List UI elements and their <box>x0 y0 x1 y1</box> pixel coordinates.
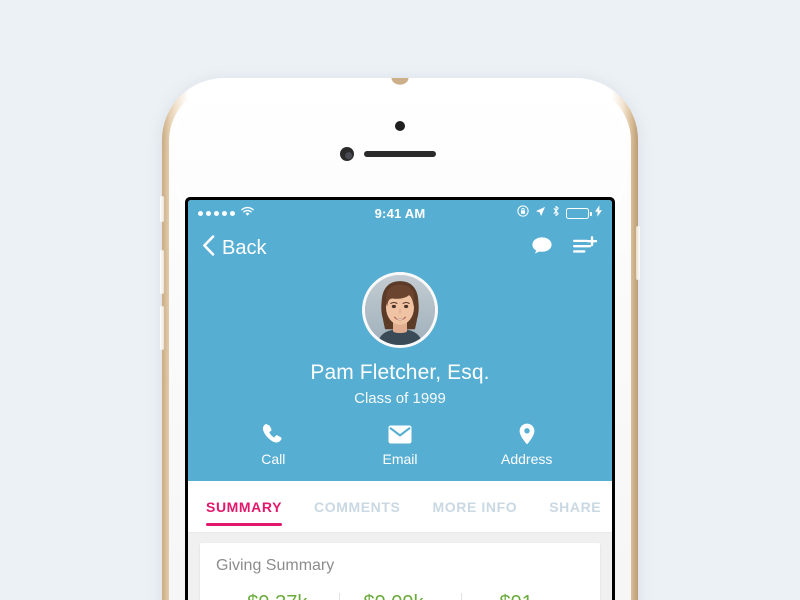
tab-comments-label: COMMENTS <box>314 498 401 515</box>
phone-screen: 9:41 AM Back Pam Fletcher, Esq. Class of… <box>185 197 615 600</box>
phone-device: 9:41 AM Back Pam Fletcher, Esq. Class of… <box>160 78 640 600</box>
quick-actions: Call Email Address <box>188 423 612 467</box>
giving-summary-stats: $9.37k $9.09k $91 <box>216 592 584 600</box>
stage: 9:41 AM Back Pam Fletcher, Esq. Class of… <box>0 0 800 600</box>
tab-more-info-label: MORE INFO <box>432 498 518 515</box>
app-viewport: 9:41 AM Back Pam Fletcher, Esq. Class of… <box>188 200 612 600</box>
stat-secondary[interactable]: $9.09k <box>338 592 462 600</box>
wifi-icon <box>240 204 255 222</box>
earpiece-speaker <box>364 151 436 157</box>
phone-icon <box>263 423 283 445</box>
status-bar-clock: 9:41 AM <box>374 205 426 221</box>
map-pin-icon <box>519 423 535 445</box>
status-bar: 9:41 AM <box>188 200 612 226</box>
chat-bubble-icon[interactable] <box>531 236 553 261</box>
tab-share-label: SHARE <box>549 498 602 515</box>
page-title: Pam Fletcher, Esq. <box>310 361 490 384</box>
email-button-label: Email <box>382 451 418 467</box>
stat-total-value: $9.37k <box>247 592 307 600</box>
tab-summary-label: SUMMARY <box>206 498 283 515</box>
stat-tertiary-value: $91 <box>499 592 532 600</box>
tab-bar: SUMMARY COMMENTS MORE INFO SHARE <box>188 481 612 533</box>
rotation-lock-icon <box>517 204 529 222</box>
status-bar-right <box>425 204 602 222</box>
proximity-sensor-icon <box>395 121 405 131</box>
nav-bar: Back <box>188 226 612 270</box>
avatar-wrapper <box>188 272 612 348</box>
signal-strength-dots <box>198 210 235 216</box>
giving-summary-title: Giving Summary <box>216 557 335 574</box>
giving-summary-card: Giving Summary $9.37k $9.09k <box>200 543 600 600</box>
stat-tertiary[interactable]: $91 <box>461 592 584 600</box>
add-to-list-icon[interactable] <box>573 235 598 261</box>
profile-subtitle: Class of 1999 <box>354 390 446 407</box>
tab-more-info[interactable]: MORE INFO <box>432 481 533 532</box>
volume-down-button[interactable] <box>160 306 164 350</box>
address-button-label: Address <box>501 451 553 467</box>
tab-comments[interactable]: COMMENTS <box>314 481 416 532</box>
silent-switch[interactable] <box>160 196 164 222</box>
front-camera-icon <box>340 147 354 161</box>
volume-up-button[interactable] <box>160 250 164 294</box>
power-button[interactable] <box>636 226 640 280</box>
bluetooth-icon <box>552 204 560 222</box>
stat-secondary-value: $9.09k <box>363 592 423 600</box>
tab-share[interactable]: SHARE <box>549 481 612 532</box>
envelope-icon <box>388 423 412 445</box>
battery-icon <box>566 207 592 219</box>
nav-actions <box>531 235 598 261</box>
phone-front-face: 9:41 AM Back Pam Fletcher, Esq. Class of… <box>169 85 631 600</box>
email-button[interactable]: Email <box>337 423 464 467</box>
call-button-label: Call <box>261 451 286 467</box>
call-button[interactable]: Call <box>210 423 337 467</box>
status-bar-left <box>198 204 375 222</box>
location-arrow-icon <box>535 204 546 222</box>
avatar[interactable] <box>362 272 438 348</box>
tab-summary[interactable]: SUMMARY <box>206 481 298 532</box>
back-button[interactable]: Back <box>202 234 267 262</box>
profile-header: Back Pam Fletcher, Esq. Class of 1999 Ca… <box>188 226 612 481</box>
address-button[interactable]: Address <box>463 423 590 467</box>
back-button-label: Back <box>222 236 267 259</box>
tab-content: Giving Summary $9.37k $9.09k <box>188 533 612 600</box>
chevron-left-icon <box>202 234 215 262</box>
charging-bolt-icon <box>595 204 602 222</box>
stat-total: $9.37k <box>216 592 339 600</box>
